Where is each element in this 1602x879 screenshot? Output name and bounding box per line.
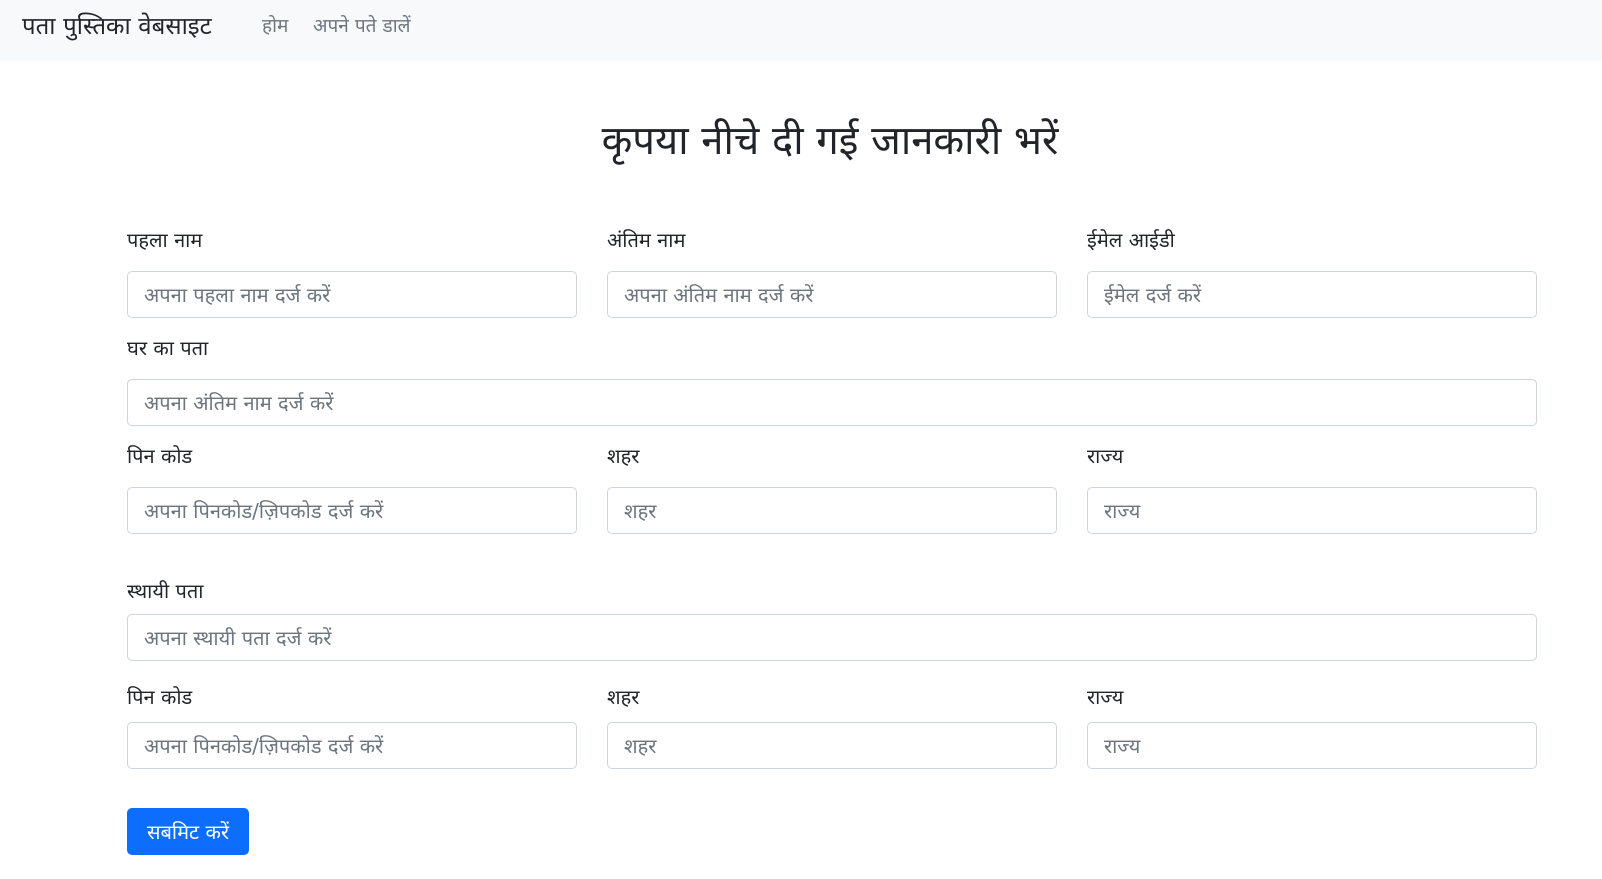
home-pincode-label: पिन कोड <box>127 444 193 468</box>
brand-link[interactable]: पता पुस्तिका वेबसाइट <box>22 10 212 42</box>
submit-button[interactable]: सबमिट करें <box>127 808 249 855</box>
email-input[interactable] <box>1087 271 1537 318</box>
home-state-input[interactable] <box>1087 487 1537 534</box>
perm-city-input[interactable] <box>607 722 1057 769</box>
last-name-label: अंतिम नाम <box>607 228 686 252</box>
home-address-label: घर का पता <box>127 336 209 360</box>
home-address-input[interactable] <box>127 379 1537 426</box>
permanent-address-label: स्थायी पता <box>127 579 204 603</box>
home-city-label: शहर <box>607 444 640 468</box>
permanent-address-input[interactable] <box>127 614 1537 661</box>
home-pincode-input[interactable] <box>127 487 577 534</box>
perm-state-input[interactable] <box>1087 722 1537 769</box>
nav-link-add-address[interactable]: अपने पते डालें <box>313 13 411 39</box>
first-name-input[interactable] <box>127 271 577 318</box>
first-name-label: पहला नाम <box>127 228 203 252</box>
email-label: ईमेल आईडी <box>1087 228 1175 252</box>
perm-state-label: राज्य <box>1087 685 1124 709</box>
last-name-input[interactable] <box>607 271 1057 318</box>
navbar: पता पुस्तिका वेबसाइट होम अपने पते डालें <box>0 0 1602 61</box>
perm-pincode-label: पिन कोड <box>127 685 193 709</box>
perm-pincode-input[interactable] <box>127 722 577 769</box>
page-title: कृपया नीचे दी गई जानकारी भरें <box>601 118 1059 164</box>
home-city-input[interactable] <box>607 487 1057 534</box>
nav-link-home[interactable]: होम <box>262 13 288 39</box>
home-state-label: राज्य <box>1087 444 1124 468</box>
perm-city-label: शहर <box>607 685 640 709</box>
